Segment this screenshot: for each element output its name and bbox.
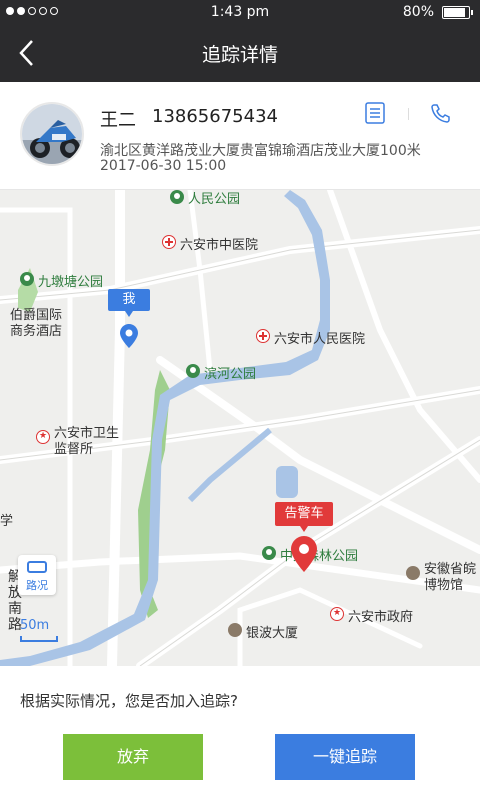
poi-museum[interactable]: 安徽省皖 博物馆	[406, 558, 480, 594]
status-bar: 1:43 pm 80%	[0, 0, 480, 24]
park-icon	[262, 546, 276, 560]
map-scale-bar	[20, 636, 58, 642]
battery-icon	[442, 6, 473, 19]
alarm-vehicle-label[interactable]: 告警车	[275, 502, 333, 532]
park-icon	[170, 190, 184, 204]
page-title: 追踪详情	[201, 44, 278, 66]
poi-central-forest-park[interactable]: 中央森林公园	[262, 545, 382, 564]
poi-label-line2: 博物馆	[424, 578, 464, 593]
person-card: 王二 13865675434 渝北区黄洋路茂业大厦贵富锦瑜酒店茂业大厦100米 …	[0, 82, 480, 190]
park-icon	[20, 272, 34, 286]
poi-health-office[interactable]: ★ 六安市卫生 监督所	[36, 422, 136, 458]
nav-bar: 追踪详情	[0, 24, 480, 82]
alarm-vehicle-pin-icon[interactable]	[290, 535, 318, 573]
tracking-question: 根据实际情况，您是否加入追踪?	[20, 692, 238, 710]
poi-label: 银波大厦	[246, 626, 299, 641]
avatar	[20, 102, 84, 166]
police-star-icon: ★	[36, 430, 50, 444]
person-name: 王二	[100, 110, 136, 131]
building-icon	[228, 623, 242, 637]
person-address: 渝北区黄洋路茂业大厦贵富锦瑜酒店茂业大厦100米	[100, 143, 421, 159]
poi-binhe-park[interactable]: 滨河公园	[186, 363, 286, 382]
my-location-pin-icon[interactable]	[119, 323, 139, 349]
traffic-label: 路况	[26, 579, 48, 592]
person-phone: 13865675434	[152, 106, 278, 127]
hospital-icon	[162, 235, 176, 249]
one-click-track-button[interactable]: 一键追踪	[275, 734, 415, 780]
police-star-icon: ★	[330, 607, 344, 621]
poi-hotel[interactable]: 伯爵国际 商务酒店	[0, 304, 90, 340]
museum-icon	[406, 566, 420, 580]
poi-city-government[interactable]: ★ 六安市政府	[330, 606, 440, 625]
poi-label: 学	[0, 514, 14, 529]
document-icon[interactable]	[364, 102, 386, 124]
poi-yinbo-building[interactable]: 银波大厦	[228, 622, 318, 641]
poi-label-line2: 商务酒店	[10, 324, 63, 339]
traffic-toggle-button[interactable]: 路况	[18, 555, 56, 595]
poi-label: 六安市中医院	[180, 238, 259, 253]
divider	[408, 108, 409, 120]
phone-call-icon[interactable]	[430, 102, 452, 124]
poi-people-park[interactable]: 人民公园	[170, 190, 280, 207]
poi-label: 九墩塘公园	[38, 275, 104, 290]
my-location-label[interactable]: 我	[108, 289, 150, 317]
poi-label: 六安市政府	[348, 610, 414, 625]
poi-label: 六安市人民医院	[274, 332, 366, 347]
park-icon	[186, 364, 200, 378]
battery-percent: 80%	[402, 4, 434, 20]
poi-label: 人民公园	[188, 192, 241, 207]
give-up-button[interactable]: 放弃	[63, 734, 203, 780]
person-datetime: 2017-06-30 15:00	[100, 158, 227, 174]
poi-tcm-hospital[interactable]: 六安市中医院	[162, 234, 282, 253]
traffic-icon	[27, 561, 47, 573]
hospital-icon	[256, 329, 270, 343]
poi-jiudun-park[interactable]: 九墩塘公园	[20, 271, 130, 290]
map-scale-label: 50m	[20, 618, 50, 633]
poi-label: 滨河公园	[204, 367, 257, 382]
poi-people-hospital[interactable]: 六安市人民医院	[256, 328, 396, 347]
poi-school[interactable]: 学	[0, 510, 24, 529]
poi-label-line2: 监督所	[54, 442, 94, 457]
map-view[interactable]: 人民公园 六安市中医院 九墩塘公园 伯爵国际 商务酒店 六安市人民医院 滨河公园…	[0, 190, 480, 666]
